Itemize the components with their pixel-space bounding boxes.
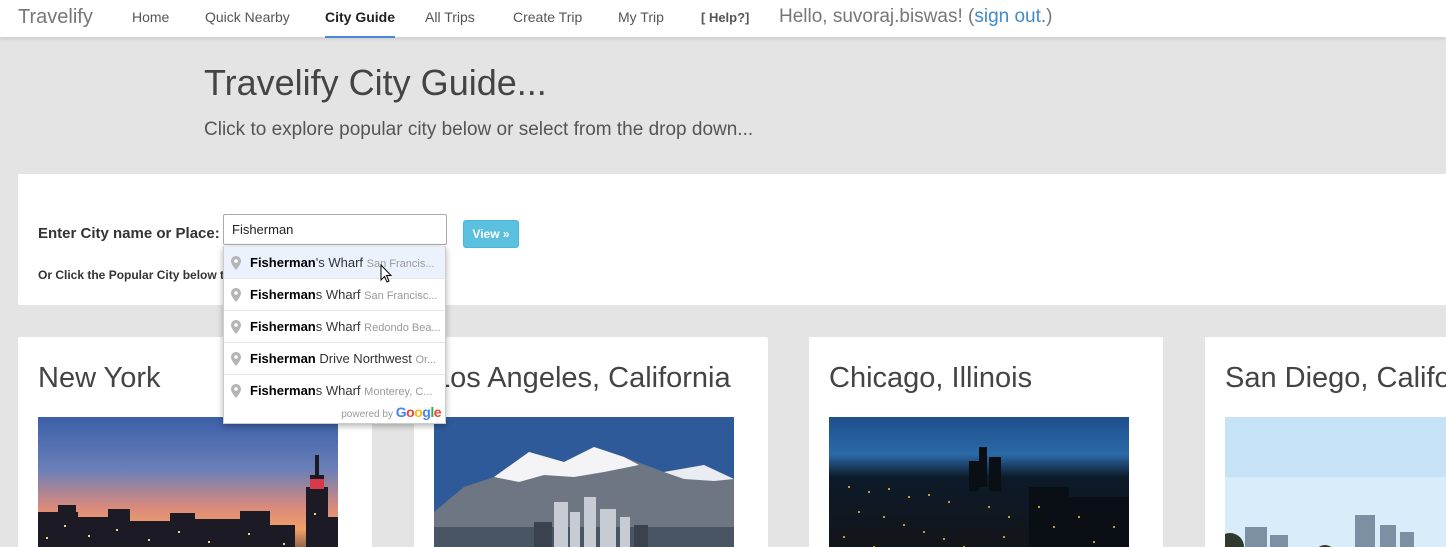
page-subtitle: Click to explore popular city below or s… — [204, 119, 754, 140]
match-text: Fisherman — [250, 383, 316, 398]
popular-city-hint: Or Click the Popular City below t — [38, 268, 225, 282]
secondary-text: Monterey, C... — [364, 386, 433, 398]
nav-city-guide[interactable]: City Guide — [325, 9, 396, 38]
signout-link[interactable]: sign out. — [974, 6, 1046, 27]
autocomplete-dropdown: Fisherman's Wharf San Francis... Fisherm… — [223, 246, 446, 424]
nav-all-trips[interactable]: All Trips — [425, 9, 475, 38]
navbar: Travelify Home Quick Nearby City Guide A… — [0, 0, 1446, 38]
city-name: Los Angeles, California — [434, 362, 731, 394]
google-logo: Google — [395, 404, 442, 420]
nav-my-trip[interactable]: My Trip — [618, 9, 664, 38]
secondary-text: San Francisc... — [364, 290, 438, 302]
search-label: Enter City name or Place: — [38, 225, 220, 242]
autocomplete-item[interactable]: Fishermans Wharf Monterey, C... — [224, 374, 445, 406]
secondary-text: San Francis... — [366, 258, 435, 270]
greeting-suffix: ) — [1046, 6, 1053, 27]
city-image[interactable] — [434, 417, 734, 547]
city-card-chicago[interactable]: Chicago, Illinois — [809, 337, 1163, 547]
city-image[interactable] — [829, 417, 1129, 547]
map-pin-icon — [231, 352, 241, 366]
rest-text: s Wharf — [315, 383, 361, 398]
city-search-input[interactable] — [223, 214, 447, 245]
nav-quick-nearby[interactable]: Quick Nearby — [205, 9, 290, 38]
brand-logo[interactable]: Travelify — [18, 6, 93, 29]
city-name: Chicago, Illinois — [829, 362, 1033, 394]
map-pin-icon — [231, 288, 241, 302]
city-name: New York — [38, 362, 161, 394]
city-image[interactable] — [38, 417, 338, 547]
nav-help[interactable]: [ Help?] — [701, 10, 749, 39]
autocomplete-item[interactable]: Fishermans Wharf San Francisc... — [224, 278, 445, 310]
city-name: San Diego, California — [1225, 362, 1446, 394]
city-image[interactable] — [1225, 417, 1446, 547]
rest-text: s Wharf — [315, 319, 361, 334]
secondary-text: Or... — [415, 354, 437, 366]
autocomplete-item[interactable]: Fishermans Wharf Redondo Bea... — [224, 310, 445, 342]
powered-by-google: powered by Google — [341, 404, 441, 420]
autocomplete-item[interactable]: Fisherman Drive Northwest Or... — [224, 342, 445, 374]
map-pin-icon — [231, 320, 241, 334]
city-card-san-diego[interactable]: San Diego, California — [1205, 337, 1446, 547]
view-button[interactable]: View » — [463, 220, 519, 248]
powered-by-text: powered by — [341, 409, 393, 420]
rest-text: Drive Northwest — [315, 351, 412, 366]
user-greeting: Hello, suvoraj.biswas! (sign out.) — [779, 6, 1053, 28]
secondary-text: Redondo Bea... — [364, 322, 441, 334]
map-pin-icon — [231, 384, 241, 398]
match-text: Fisherman — [250, 255, 316, 270]
autocomplete-item[interactable]: Fisherman's Wharf San Francis... — [224, 246, 445, 278]
match-text: Fisherman — [250, 287, 316, 302]
mouse-cursor-icon — [380, 264, 393, 283]
map-pin-icon — [231, 256, 241, 270]
city-card-los-angeles[interactable]: Los Angeles, California — [414, 337, 768, 547]
match-text: Fisherman — [250, 351, 316, 366]
rest-text: s Wharf — [315, 287, 361, 302]
greeting-prefix: Hello, suvoraj.biswas! ( — [779, 6, 975, 27]
rest-text: 's Wharf — [315, 255, 364, 270]
nav-create-trip[interactable]: Create Trip — [513, 9, 582, 38]
page-title: Travelify City Guide... — [204, 62, 547, 103]
nav-home[interactable]: Home — [132, 9, 169, 38]
match-text: Fisherman — [250, 319, 316, 334]
